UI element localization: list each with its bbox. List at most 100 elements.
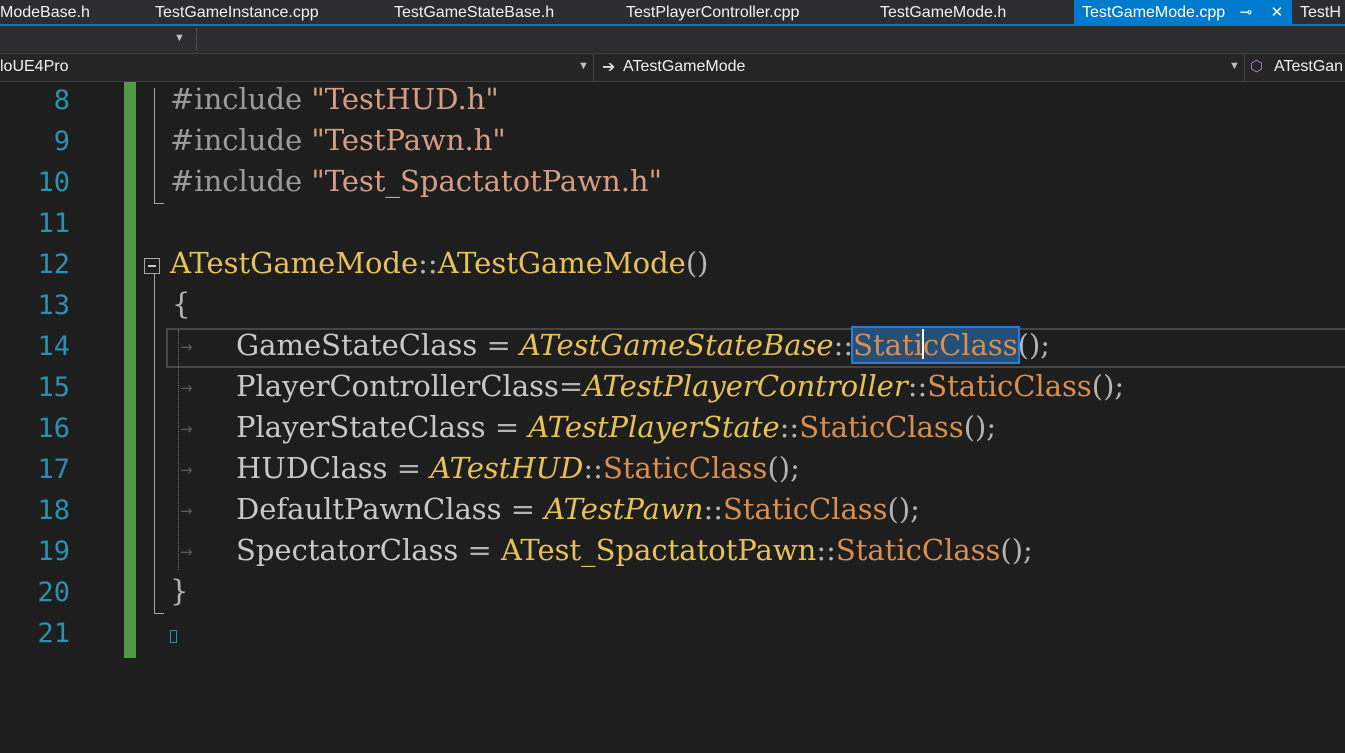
line-number: 12 xyxy=(37,249,70,280)
code-line-20[interactable]: } xyxy=(170,574,188,608)
member-scope-dropdown[interactable]: ATestGan xyxy=(1274,58,1343,76)
scope-operator: :: xyxy=(583,451,603,485)
code-line-14[interactable]: GameStateClass = ATestGameStateBase::Sta… xyxy=(236,326,1051,364)
code-line-13[interactable]: { xyxy=(172,287,190,321)
split-handle[interactable] xyxy=(196,28,209,50)
function-name-part: Stati xyxy=(853,328,923,362)
call-tail: (); xyxy=(887,492,920,526)
class-name: ATest_SpactatotPawn xyxy=(501,533,817,567)
tab-whitespace-icon: → xyxy=(180,502,193,520)
line-number: 16 xyxy=(37,413,70,444)
tab-whitespace-icon: → xyxy=(180,420,193,438)
line-number: 8 xyxy=(53,85,70,116)
chevron-down-icon[interactable]: ▼ xyxy=(1229,60,1240,72)
line-number: 19 xyxy=(37,536,70,567)
tab-whitespace-icon: → xyxy=(180,338,193,356)
tab-testplayercontroller-cpp[interactable]: TestPlayerController.cpp xyxy=(618,0,807,26)
assign-operator: = xyxy=(458,533,502,567)
class-name: ATestGameMode xyxy=(170,246,419,280)
code-line-15[interactable]: PlayerControllerClass=ATestPlayerControl… xyxy=(236,369,1124,403)
document-tab-strip: ModeBase.h TestGameInstance.cpp TestGame… xyxy=(0,0,1345,26)
line-number: 14 xyxy=(37,331,70,362)
line-number: 13 xyxy=(37,290,70,321)
code-line-19[interactable]: SpectatorClass = ATest_SpactatotPawn::St… xyxy=(236,533,1033,567)
call-tail: (); xyxy=(1000,533,1033,567)
tab-label: TestGameInstance.cpp xyxy=(155,4,319,21)
preprocessor-keyword: #include xyxy=(170,164,312,198)
close-icon[interactable]: ✕ xyxy=(1271,0,1284,26)
assign-operator: = xyxy=(387,451,431,485)
preprocessor-keyword: #include xyxy=(170,82,312,116)
code-line-18[interactable]: DefaultPawnClass = ATestPawn::StaticClas… xyxy=(236,492,920,526)
class-name: ATestGameStateBase xyxy=(520,328,834,362)
function-name: StaticClass xyxy=(927,369,1092,403)
assign-operator: = xyxy=(477,328,521,362)
tab-whitespace-icon: → xyxy=(180,379,193,397)
code-line-17[interactable]: HUDClass = ATestHUD::StaticClass(); xyxy=(236,451,800,485)
scope-operator: :: xyxy=(703,492,724,526)
assign-operator: = xyxy=(501,492,545,526)
include-path: "Test_SpactatotPawn.h" xyxy=(311,164,662,198)
call-tail: (); xyxy=(767,451,800,485)
line-number: 18 xyxy=(37,495,70,526)
editor-toolbar: ▼ xyxy=(0,26,1345,54)
scope-operator: :: xyxy=(833,328,854,362)
class-name: ATestHUD xyxy=(430,451,584,485)
outline-guide-end xyxy=(154,613,164,614)
tab-testgamemode-h[interactable]: TestGameMode.h xyxy=(872,0,1014,26)
tab-testh[interactable]: TestH xyxy=(1292,0,1345,26)
call-tail: (); xyxy=(963,410,997,444)
line-number: 15 xyxy=(37,372,70,403)
code-line-16[interactable]: PlayerStateClass = ATestPlayerState::Sta… xyxy=(236,410,996,444)
include-path: "TestHUD.h" xyxy=(311,82,499,116)
pin-icon[interactable]: ⊸ xyxy=(1240,0,1253,26)
code-line-8[interactable]: #include "TestHUD.h" xyxy=(170,82,499,116)
call-tail: (); xyxy=(1091,369,1125,403)
navigation-bar: loUE4Pro ▼ ➔ ATestGameMode ▼ ⬡ ATestGan xyxy=(0,54,1345,82)
function-name: StaticClass xyxy=(799,410,964,444)
class-name: ATestPlayerState xyxy=(528,410,780,444)
tab-whitespace-icon: → xyxy=(180,461,193,479)
member-variable: HUDClass xyxy=(236,451,388,485)
selected-text: StaticClass xyxy=(851,326,1020,364)
tab-modebase-h[interactable]: ModeBase.h xyxy=(0,0,98,26)
tab-label: ModeBase.h xyxy=(0,4,90,21)
arrow-right-icon: ➔ xyxy=(602,59,616,76)
assign-operator: = xyxy=(485,410,529,444)
method-cube-icon: ⬡ xyxy=(1250,58,1264,75)
code-line-12[interactable]: ATestGameMode::ATestGameMode() xyxy=(170,246,709,280)
close-brace: } xyxy=(170,574,189,608)
tab-testgamestatebase-h[interactable]: TestGameStateBase.h xyxy=(386,0,562,26)
member-variable: DefaultPawnClass xyxy=(236,492,502,526)
scope-operator: :: xyxy=(779,410,800,444)
scope-operator: :: xyxy=(907,369,928,403)
member-variable: SpectatorClass xyxy=(236,533,459,567)
line-number: 20 xyxy=(37,577,70,608)
member-variable: PlayerStateClass xyxy=(236,410,486,444)
line-number: 10 xyxy=(37,167,70,198)
call-tail: (); xyxy=(1017,328,1051,362)
divider xyxy=(593,54,594,82)
outline-guide xyxy=(154,88,155,204)
code-line-10[interactable]: #include "Test_SpactatotPawn.h" xyxy=(170,164,662,198)
indent-guide xyxy=(178,330,179,570)
member-variable: PlayerControllerClass xyxy=(236,369,559,403)
tab-label: TestGameMode.cpp xyxy=(1082,4,1226,21)
class-scope-dropdown[interactable]: ATestGameMode xyxy=(623,58,745,76)
line-number: 9 xyxy=(53,126,70,157)
tab-testgamemode-cpp[interactable]: TestGameMode.cpp ⊸ ✕ xyxy=(1074,0,1292,26)
tab-whitespace-icon: → xyxy=(180,543,193,561)
project-dropdown[interactable]: loUE4Pro xyxy=(0,58,68,76)
change-tracking-bar xyxy=(124,82,136,658)
chevron-down-icon[interactable]: ▼ xyxy=(174,32,185,44)
chevron-down-icon[interactable]: ▼ xyxy=(578,60,589,72)
parens: () xyxy=(685,246,709,280)
collapse-icon[interactable] xyxy=(144,258,160,274)
outline-guide xyxy=(154,274,155,614)
function-name: StaticClass xyxy=(602,451,768,485)
code-editor[interactable]: 8 9 10 11 12 13 14 15 16 17 18 19 20 21 … xyxy=(0,82,1345,753)
class-name: ATestPawn xyxy=(544,492,704,526)
code-line-9[interactable]: #include "TestPawn.h" xyxy=(170,123,506,157)
assign-operator: = xyxy=(558,369,584,403)
tab-testgameinstance-cpp[interactable]: TestGameInstance.cpp xyxy=(147,0,327,26)
